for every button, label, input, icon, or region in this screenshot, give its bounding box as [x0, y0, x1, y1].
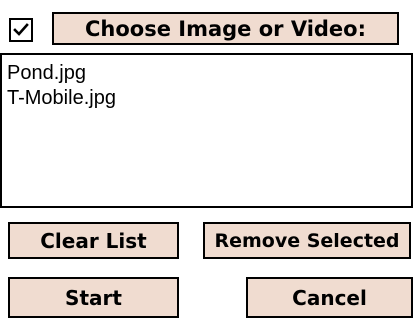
clear-list-button[interactable]: Clear List — [8, 222, 179, 259]
remove-selected-button[interactable]: Remove Selected — [203, 222, 411, 259]
list-item[interactable]: Pond.jpg — [7, 61, 411, 86]
cancel-button[interactable]: Cancel — [246, 277, 413, 318]
include-checkbox[interactable] — [9, 18, 33, 42]
checkmark-icon — [13, 23, 29, 36]
list-item[interactable]: T-Mobile.jpg — [7, 86, 411, 111]
choose-image-or-video-button[interactable]: Choose Image or Video: — [52, 12, 399, 45]
start-button[interactable]: Start — [8, 277, 179, 318]
file-list[interactable]: Pond.jpg T-Mobile.jpg — [0, 53, 413, 208]
